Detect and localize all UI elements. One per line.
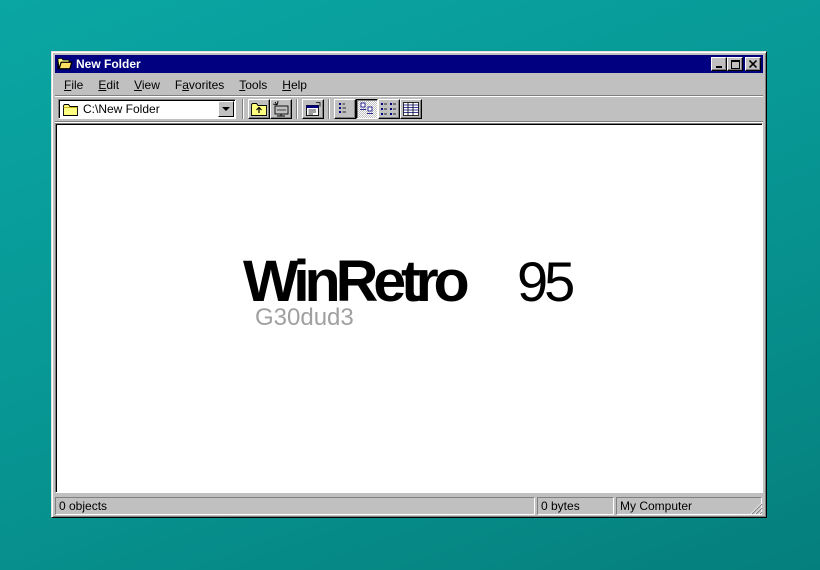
resize-grip-icon[interactable] bbox=[749, 501, 763, 515]
properties-button[interactable] bbox=[302, 99, 324, 119]
logo-subtitle: G30dud3 bbox=[255, 304, 354, 331]
menu-edit[interactable]: Edit bbox=[92, 75, 125, 95]
close-button[interactable] bbox=[745, 57, 761, 71]
status-bytes: 0 bytes bbox=[537, 497, 614, 515]
window-title: New Folder bbox=[76, 57, 141, 71]
small-icons-view-button[interactable] bbox=[356, 99, 378, 119]
close-icon bbox=[749, 60, 757, 68]
folder-open-icon bbox=[57, 58, 73, 70]
status-bar: 0 objects 0 bytes My Computer bbox=[55, 497, 763, 515]
explorer-window: New Folder File Edit View Favorites Tool… bbox=[51, 51, 767, 518]
logo-number: 95 bbox=[517, 250, 575, 313]
folder-content-area[interactable]: WinRetro 95 G30dud3 bbox=[55, 123, 763, 493]
chevron-down-icon bbox=[222, 106, 230, 111]
title-bar[interactable]: New Folder bbox=[55, 55, 763, 73]
up-folder-button[interactable] bbox=[248, 99, 270, 119]
maximize-button[interactable] bbox=[727, 57, 743, 71]
toolbar: C:\New Folder bbox=[55, 97, 763, 122]
menu-help[interactable]: Help bbox=[276, 75, 313, 95]
address-value: C:\New Folder bbox=[83, 102, 160, 116]
properties-icon bbox=[306, 101, 321, 116]
winretro-logo: WinRetro 95 G30dud3 bbox=[243, 250, 583, 340]
address-combobox[interactable]: C:\New Folder bbox=[58, 99, 236, 119]
details-view-icon bbox=[403, 102, 419, 116]
map-drive-button[interactable] bbox=[270, 99, 292, 119]
maximize-icon bbox=[730, 59, 740, 69]
minimize-icon bbox=[716, 66, 722, 68]
menu-tools[interactable]: Tools bbox=[233, 75, 273, 95]
list-view-icon bbox=[381, 103, 396, 115]
up-folder-icon bbox=[251, 103, 267, 116]
list-view-button[interactable] bbox=[378, 99, 400, 119]
large-icons-view-icon bbox=[339, 103, 346, 113]
minimize-button[interactable] bbox=[711, 57, 727, 71]
menu-file[interactable]: File bbox=[58, 75, 89, 95]
large-icons-view-button[interactable] bbox=[334, 99, 356, 119]
status-location: My Computer bbox=[616, 497, 762, 515]
address-dropdown-button[interactable] bbox=[218, 101, 234, 117]
toolbar-separator bbox=[328, 99, 330, 119]
status-objects: 0 objects bbox=[55, 497, 535, 515]
small-icons-view-icon bbox=[360, 102, 373, 114]
details-view-button[interactable] bbox=[400, 99, 422, 119]
toolbar-separator bbox=[296, 99, 298, 119]
menu-bar: File Edit View Favorites Tools Help bbox=[55, 75, 763, 96]
menu-favorites[interactable]: Favorites bbox=[169, 75, 230, 95]
menu-view[interactable]: View bbox=[128, 75, 166, 95]
map-drive-icon bbox=[272, 101, 289, 117]
toolbar-separator bbox=[242, 99, 244, 119]
folder-icon bbox=[63, 103, 78, 116]
